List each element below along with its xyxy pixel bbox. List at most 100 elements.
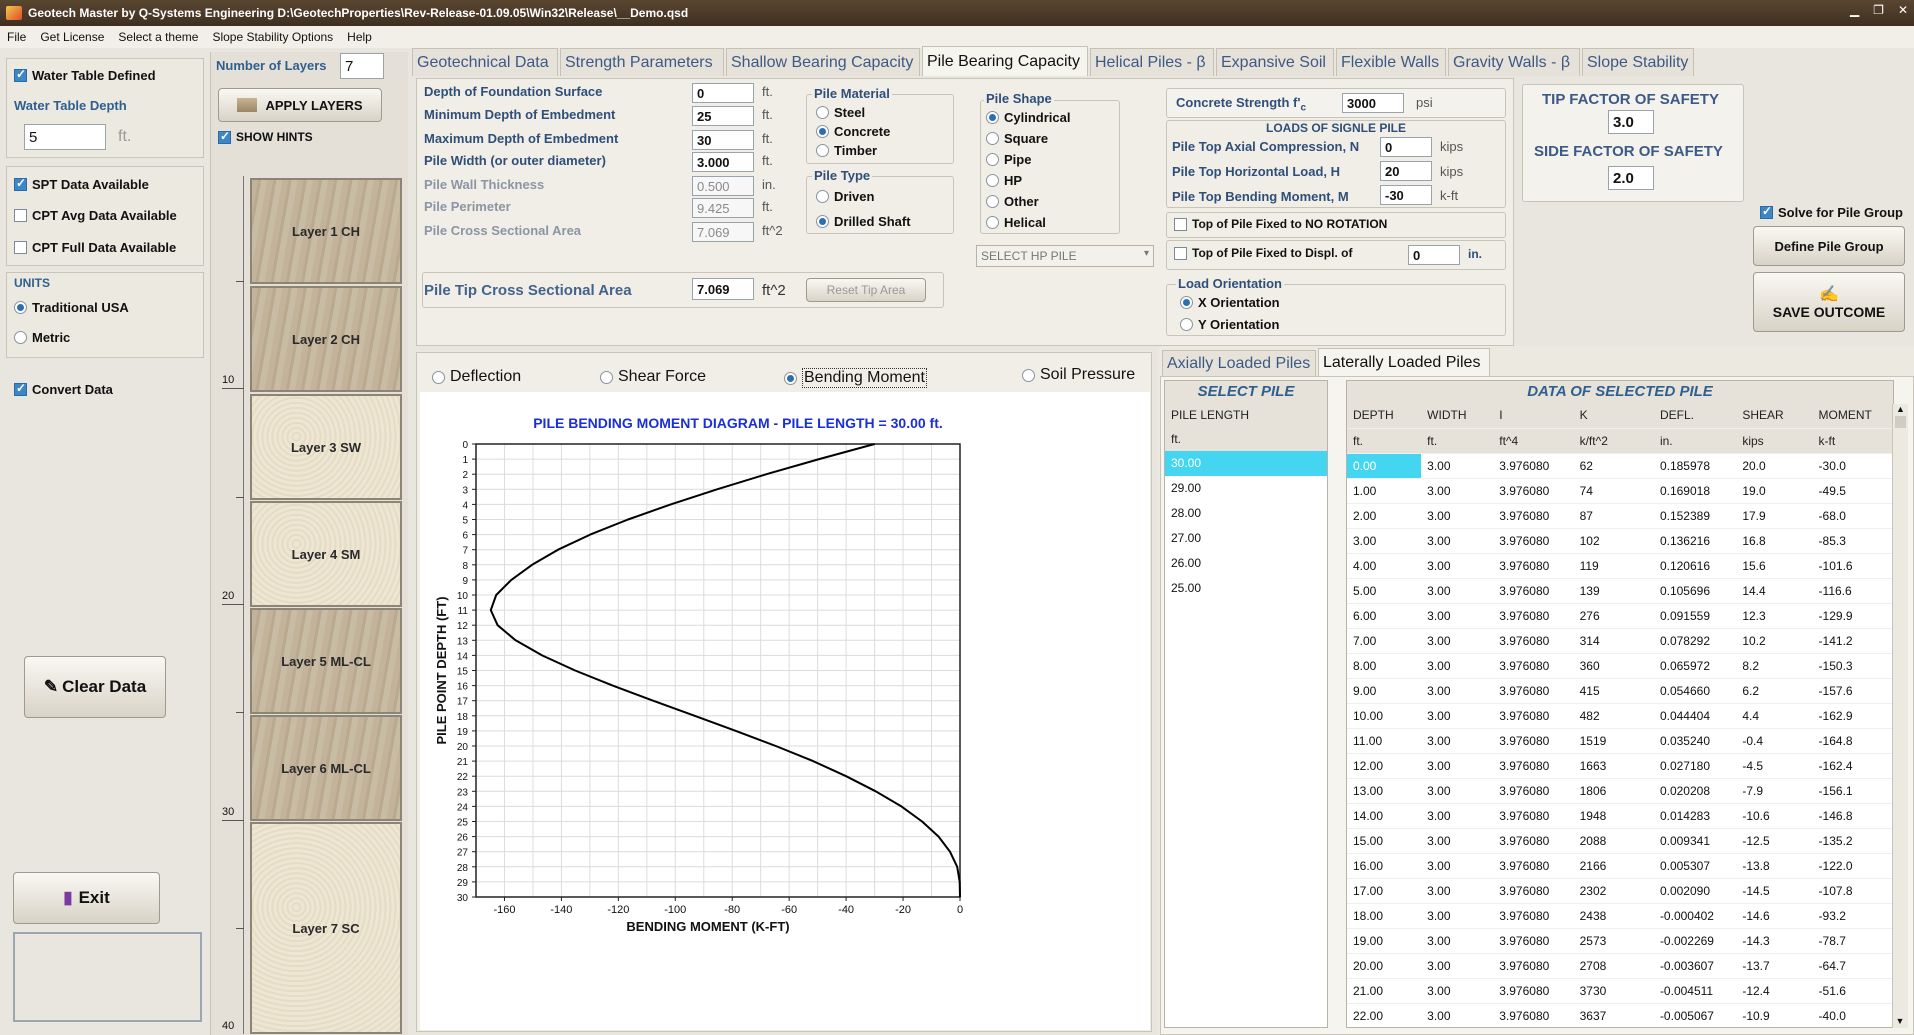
apply-layers-button[interactable]: APPLY LAYERS <box>218 88 382 122</box>
y-orientation-radio[interactable]: Y Orientation <box>1180 317 1279 332</box>
x-orientation-radio[interactable]: X Orientation <box>1180 295 1280 310</box>
show-hints-checkbox[interactable]: SHOW HINTS <box>218 129 313 144</box>
water-table-depth-input[interactable]: 5 <box>24 124 106 150</box>
tab-axially-loaded-piles[interactable]: Axially Loaded Piles <box>1162 350 1316 376</box>
spt-data-checkbox[interactable]: SPT Data Available <box>14 176 149 192</box>
type-drilled-shaft-radio[interactable]: Drilled Shaft <box>816 214 911 229</box>
tab-slope-stability[interactable]: Slope Stability <box>1582 48 1694 76</box>
material-concrete-radio[interactable]: Concrete <box>816 124 890 139</box>
pile-length-item[interactable]: 27.00 <box>1165 526 1327 551</box>
menu-slope-stability-options[interactable]: Slope Stability Options <box>205 30 340 44</box>
data-scrollbar[interactable]: ▲ ▼ <box>1892 404 1908 1028</box>
fixed-displacement-checkbox[interactable]: Top of Pile Fixed to Displ. of <box>1174 246 1352 260</box>
tab-expansive-soil[interactable]: Expansive Soil <box>1216 48 1334 76</box>
table-row[interactable]: 12.00 3.00 3.976080 1663 0.027180 -4.5 -162.4 <box>1347 753 1893 779</box>
save-outcome-button[interactable]: ✍ SAVE OUTCOME <box>1753 272 1905 332</box>
table-row[interactable]: 10.00 3.00 3.976080 482 0.044404 4.4 -162.9 <box>1347 703 1893 729</box>
shape-cylindrical-radio[interactable]: Cylindrical <box>986 110 1070 125</box>
close-icon[interactable]: ✕ <box>1898 3 1908 17</box>
tab-gravity-walls[interactable]: Gravity Walls - β <box>1448 48 1580 76</box>
layer-3[interactable]: Layer 3 SW <box>250 394 402 500</box>
table-row[interactable]: 13.00 3.00 3.976080 1806 0.020208 -7.9 -156.1 <box>1347 778 1893 804</box>
table-row[interactable]: 2.00 3.00 3.976080 87 0.152389 17.9 -68.0 <box>1347 503 1893 529</box>
table-row[interactable]: 15.00 3.00 3.976080 2088 0.009341 -12.5 -135.2 <box>1347 828 1893 854</box>
plot-soil-pressure-radio[interactable]: Soil Pressure <box>1022 366 1135 384</box>
plot-shear-force-radio[interactable]: Shear Force <box>600 368 706 386</box>
tip-area-input[interactable]: 7.069 <box>692 278 754 300</box>
wall-thickness-input[interactable]: 0.500 <box>692 176 754 196</box>
layer-1[interactable]: Layer 1 CH <box>250 178 402 284</box>
reset-tip-area-button[interactable]: Reset Tip Area <box>806 278 926 302</box>
layer-4[interactable]: Layer 4 SM <box>250 501 402 607</box>
type-driven-radio[interactable]: Driven <box>816 189 874 204</box>
table-row[interactable]: 6.00 3.00 3.976080 276 0.091559 12.3 -129.9 <box>1347 603 1893 629</box>
cpt-avg-checkbox[interactable]: CPT Avg Data Available <box>14 208 177 223</box>
clear-data-button[interactable]: ✎ Clear Data <box>24 656 166 718</box>
plot-bending-moment-radio[interactable]: Bending Moment <box>784 368 927 388</box>
layer-2[interactable]: Layer 2 CH <box>250 286 402 392</box>
table-row[interactable]: 5.00 3.00 3.976080 139 0.105696 14.4 -116.6 <box>1347 578 1893 604</box>
layer-6[interactable]: Layer 6 ML-CL <box>250 715 402 821</box>
minimize-icon[interactable]: ▁ <box>1850 3 1859 17</box>
tab-flexible-walls[interactable]: Flexible Walls <box>1336 48 1446 76</box>
define-pile-group-button[interactable]: Define Pile Group <box>1753 226 1905 266</box>
tab-helical-piles[interactable]: Helical Piles - β <box>1090 48 1214 76</box>
horizontal-load-input[interactable]: 20 <box>1380 161 1432 181</box>
exit-button[interactable]: ▮ Exit <box>13 872 160 924</box>
water-table-defined-checkbox[interactable]: Water Table Defined <box>14 67 156 83</box>
table-row[interactable]: 19.00 3.00 3.976080 2573 -0.002269 -14.3 -78.7 <box>1347 928 1893 954</box>
table-row[interactable]: 8.00 3.00 3.976080 360 0.065972 8.2 -150.3 <box>1347 653 1893 679</box>
min-depth-input[interactable]: 25 <box>692 106 754 126</box>
max-depth-input[interactable]: 30 <box>692 130 754 150</box>
table-row[interactable]: 3.00 3.00 3.976080 102 0.136216 16.8 -85.3 <box>1347 528 1893 554</box>
menu-help[interactable]: Help <box>340 30 379 44</box>
table-row[interactable]: 11.00 3.00 3.976080 1519 0.035240 -0.4 -164.8 <box>1347 728 1893 754</box>
table-row[interactable]: 20.00 3.00 3.976080 2708 -0.003607 -13.7 -64.7 <box>1347 953 1893 979</box>
material-timber-radio[interactable]: Timber <box>816 143 877 158</box>
pile-length-item[interactable]: 28.00 <box>1165 501 1327 526</box>
table-row[interactable]: 22.00 3.00 3.976080 3637 -0.005067 -10.9 -40.0 <box>1347 1003 1893 1027</box>
pile-length-item[interactable]: 26.00 <box>1165 551 1327 576</box>
bending-moment-input[interactable]: -30 <box>1380 185 1432 205</box>
scroll-down-icon[interactable]: ▼ <box>1893 1016 1907 1026</box>
menu-select-theme[interactable]: Select a theme <box>111 30 205 44</box>
shape-other-radio[interactable]: Other <box>986 194 1039 209</box>
table-row[interactable]: 18.00 3.00 3.976080 2438 -0.000402 -14.6 -93.2 <box>1347 903 1893 929</box>
table-row[interactable]: 4.00 3.00 3.976080 119 0.120616 15.6 -101.6 <box>1347 553 1893 579</box>
layer-7[interactable]: Layer 7 SC <box>250 822 402 1034</box>
shape-hp-radio[interactable]: HP <box>986 173 1022 188</box>
units-metric-radio[interactable]: Metric <box>14 330 70 345</box>
solve-pile-group-checkbox[interactable]: Solve for Pile Group <box>1760 204 1903 220</box>
pile-length-item[interactable]: 30.00 <box>1165 451 1327 476</box>
table-row[interactable]: 9.00 3.00 3.976080 415 0.054660 6.2 -157.6 <box>1347 678 1893 704</box>
menu-file[interactable]: File <box>0 30 33 44</box>
tab-strength-parameters[interactable]: Strength Parameters <box>560 48 724 76</box>
scroll-up-icon[interactable]: ▲ <box>1893 404 1908 414</box>
pile-length-item[interactable]: 29.00 <box>1165 476 1327 501</box>
number-of-layers-input[interactable]: 7 <box>340 53 384 79</box>
table-row[interactable]: 14.00 3.00 3.976080 1948 0.014283 -10.6 -146.8 <box>1347 803 1893 829</box>
restore-icon[interactable]: ❐ <box>1873 3 1884 17</box>
units-traditional-radio[interactable]: Traditional USA <box>14 300 129 315</box>
scroll-thumb[interactable] <box>1895 416 1906 428</box>
table-row[interactable]: 16.00 3.00 3.976080 2166 0.005307 -13.8 -122.0 <box>1347 853 1893 879</box>
shape-helical-radio[interactable]: Helical <box>986 215 1046 230</box>
shape-pipe-radio[interactable]: Pipe <box>986 152 1031 167</box>
depth-foundation-input[interactable]: 0 <box>692 83 754 103</box>
shape-square-radio[interactable]: Square <box>986 131 1048 146</box>
convert-data-checkbox[interactable]: Convert Data <box>14 381 113 397</box>
fixed-displacement-input[interactable]: 0 <box>1408 245 1460 265</box>
concrete-strength-input[interactable]: 3000 <box>1342 93 1404 113</box>
pile-length-item[interactable]: 25.00 <box>1165 576 1327 601</box>
material-steel-radio[interactable]: Steel <box>816 105 865 120</box>
menu-get-license[interactable]: Get License <box>33 30 111 44</box>
tab-geotechnical-data[interactable]: Geotechnical Data <box>412 48 558 76</box>
cpt-full-checkbox[interactable]: CPT Full Data Available <box>14 240 176 255</box>
table-row[interactable]: 0.00 3.00 3.976080 62 0.185978 20.0 -30.0 <box>1347 453 1893 479</box>
side-factor-input[interactable]: 2.0 <box>1608 166 1654 190</box>
layer-5[interactable]: Layer 5 ML-CL <box>250 608 402 714</box>
plot-deflection-radio[interactable]: Deflection <box>432 368 521 386</box>
table-row[interactable]: 1.00 3.00 3.976080 74 0.169018 19.0 -49.5 <box>1347 478 1893 504</box>
tab-laterally-loaded-piles[interactable]: Laterally Loaded Piles <box>1318 348 1490 376</box>
tab-pile-bearing-capacity[interactable]: Pile Bearing Capacity <box>922 46 1088 76</box>
